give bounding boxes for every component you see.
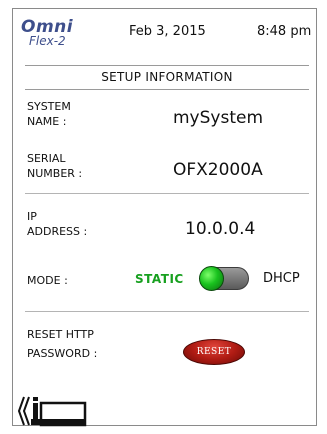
date-display: Feb 3, 2015 [129, 24, 206, 39]
time-display: 8:48 pm [257, 24, 312, 39]
divider [25, 311, 309, 312]
mode-label: MODE : [27, 274, 68, 287]
setup-screen: Omni Flex-2 Feb 3, 2015 8:48 pm SETUP IN… [12, 8, 317, 429]
section-title: SETUP INFORMATION [25, 65, 309, 90]
divider [25, 193, 309, 194]
back-info-icon-graphic [17, 396, 87, 427]
mode-static-label: STATIC [135, 272, 184, 286]
mode-toggle[interactable] [199, 266, 249, 291]
serial-number-label: SERIAL NUMBER : [27, 152, 83, 180]
system-name-value[interactable]: mySystem [173, 108, 263, 128]
omniflex-logo: Omni Flex-2 [21, 17, 91, 53]
reset-password-label: RESET HTTP PASSWORD : [27, 328, 98, 360]
toggle-knob [199, 266, 224, 291]
ip-address-label: IP ADDRESS : [27, 210, 88, 238]
serial-number-value: OFX2000A [173, 160, 263, 180]
back-info-icon[interactable] [17, 393, 87, 429]
ip-address-value[interactable]: 10.0.0.4 [185, 219, 255, 239]
logo-model: Flex-2 [29, 34, 66, 48]
system-name-label: SYSTEM NAME : [27, 100, 71, 128]
reset-button[interactable]: RESET [183, 339, 245, 365]
mode-dhcp-label: DHCP [263, 271, 300, 286]
